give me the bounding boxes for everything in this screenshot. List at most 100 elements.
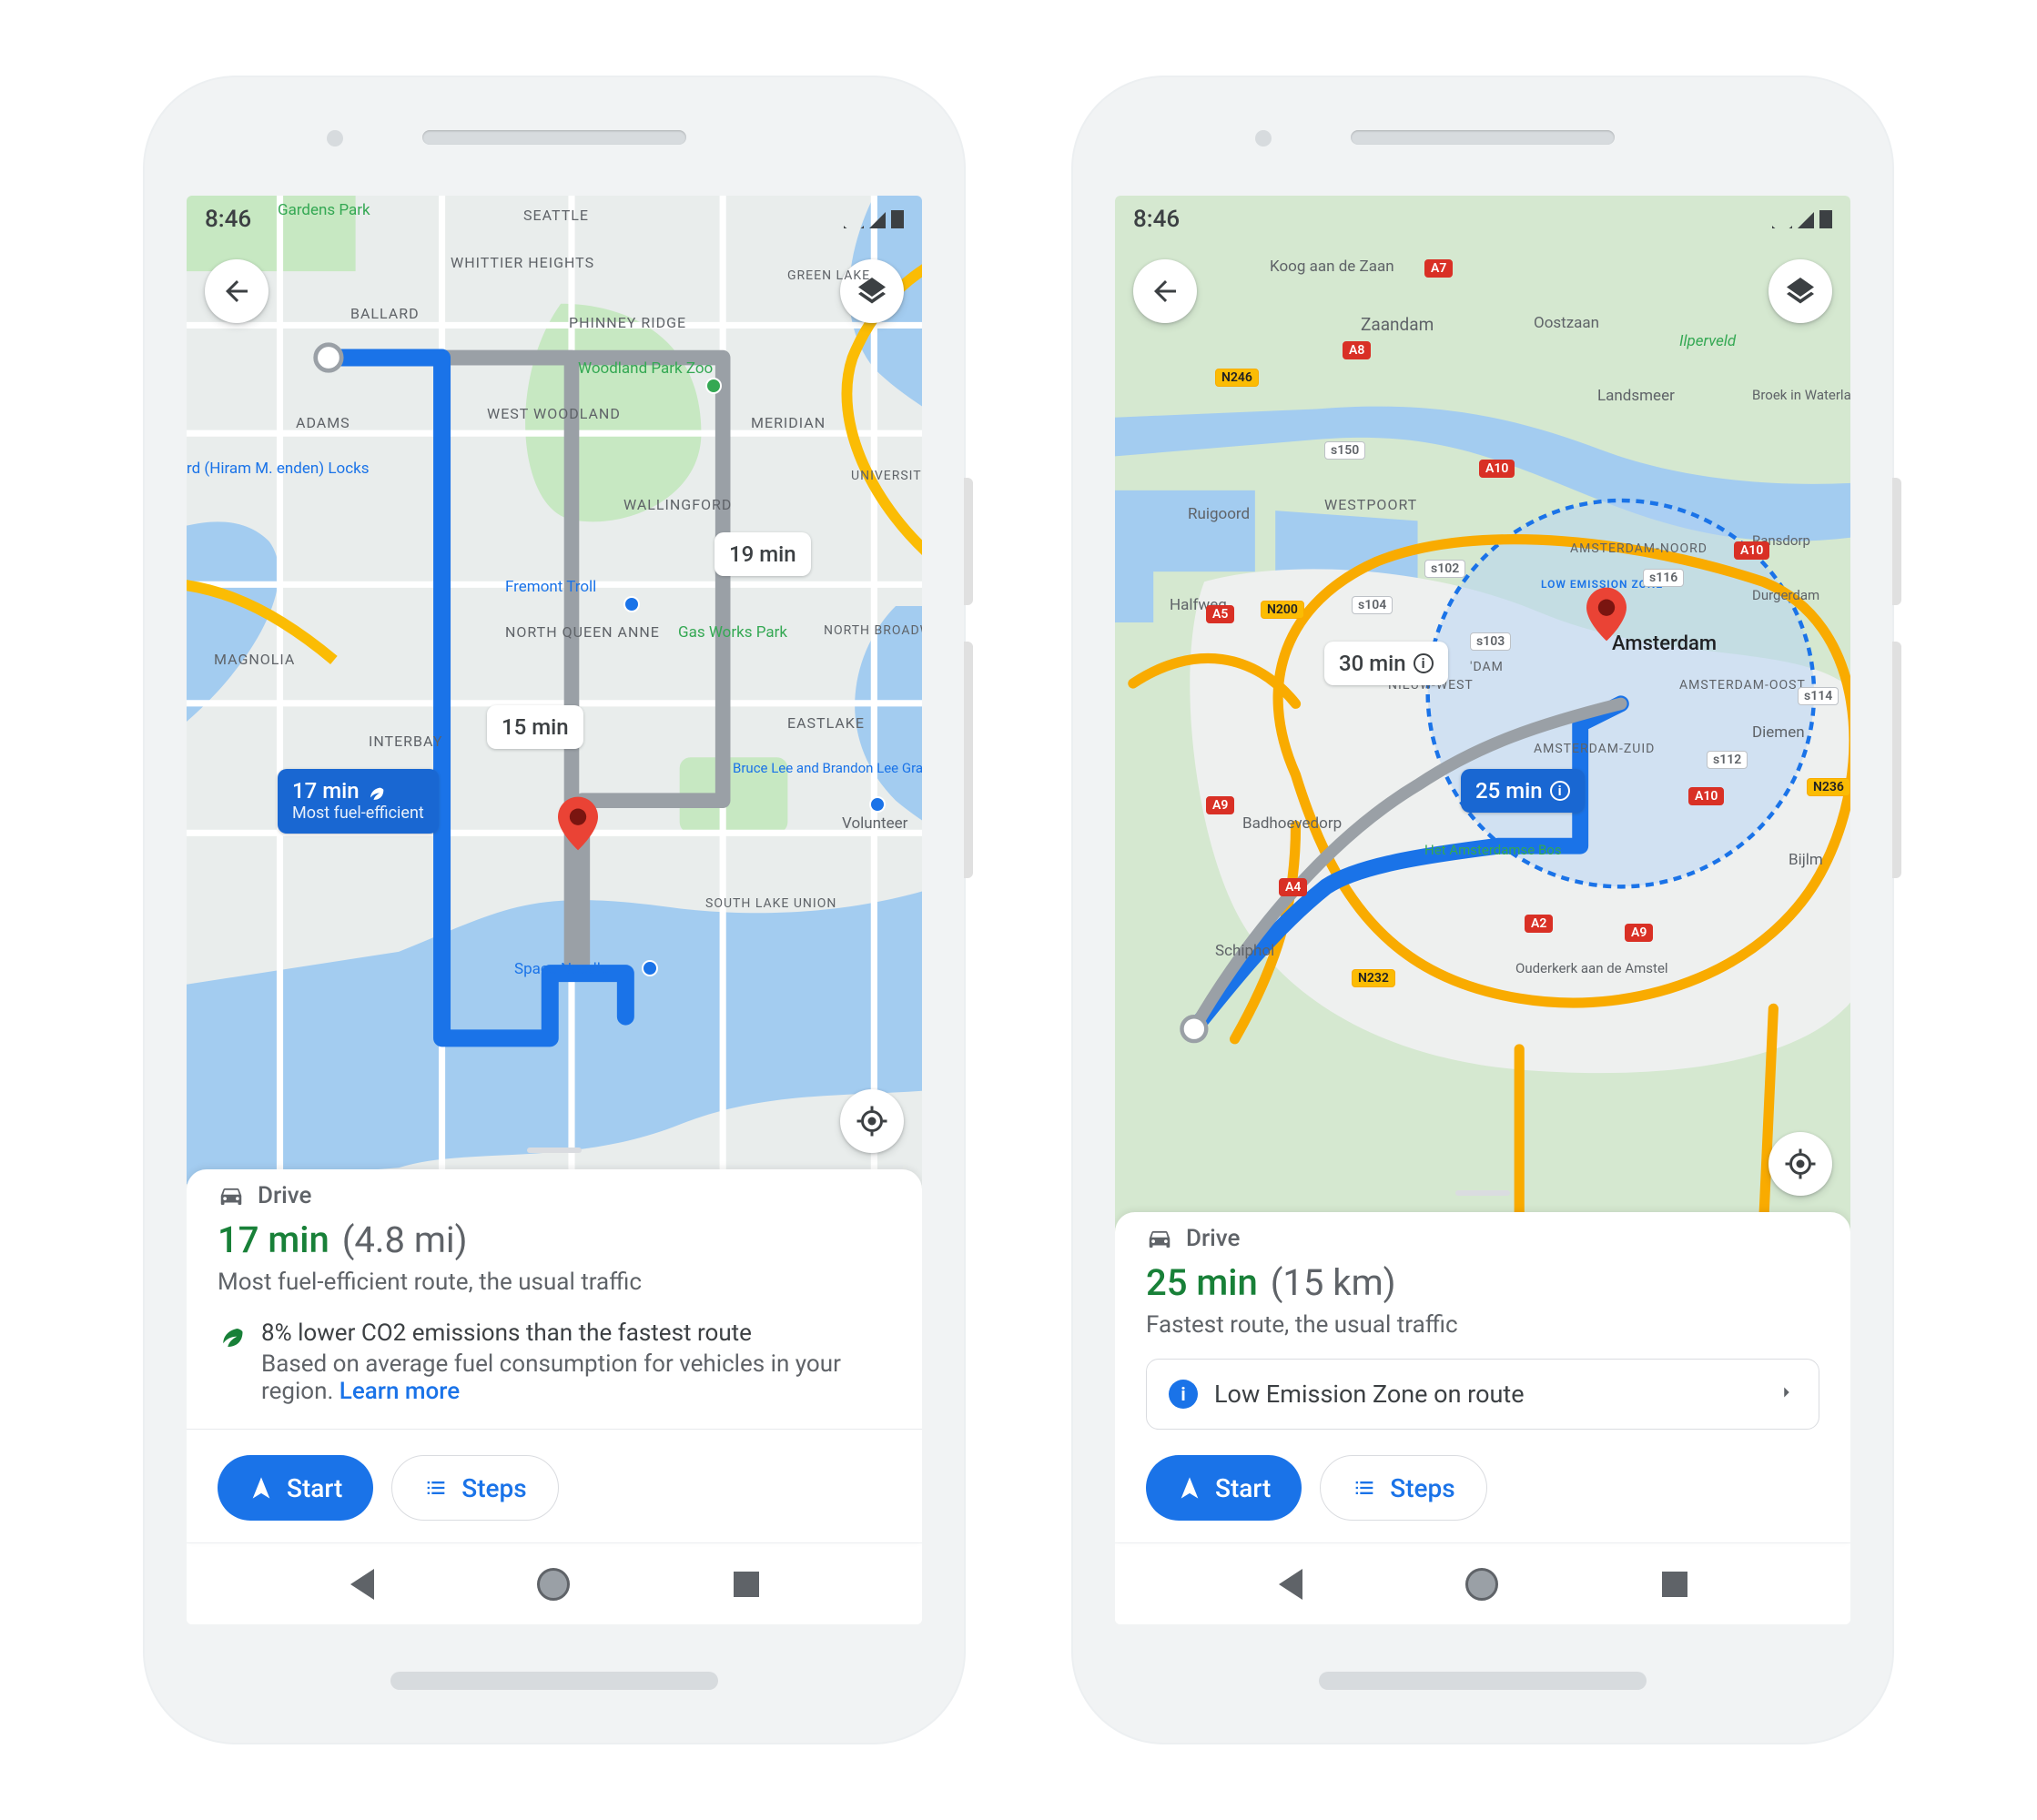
start-button[interactable]: Start — [218, 1455, 373, 1521]
map-label: Bijlm — [1789, 851, 1823, 869]
road-shield: A9 — [1625, 924, 1653, 942]
route-time-label: 17 min — [292, 778, 360, 804]
map-svg — [187, 196, 922, 1189]
map-label: Woodland Park Zoo — [578, 359, 713, 378]
my-location-button[interactable] — [1768, 1132, 1832, 1196]
road-shield: A10 — [1479, 460, 1515, 478]
sheet-handle[interactable] — [527, 1148, 582, 1153]
lez-info-card[interactable]: i Low Emission Zone on route — [1146, 1359, 1819, 1430]
sheet-handle[interactable] — [1455, 1190, 1510, 1196]
learn-more-link[interactable]: Learn more — [340, 1378, 460, 1405]
phone-speaker — [1351, 130, 1615, 145]
road-shield: A9 — [1206, 796, 1234, 814]
map-label: NORTH QUEEN ANNE — [505, 623, 660, 641]
phone-speaker-bottom — [1319, 1672, 1647, 1690]
nav-recents-icon[interactable] — [1662, 1572, 1687, 1597]
road-shield: A4 — [1279, 878, 1307, 896]
map-label: Ouderkerk aan de Amstel — [1515, 960, 1668, 976]
steps-icon — [1352, 1475, 1377, 1501]
map-label: BALLARD — [350, 305, 420, 322]
map-label: UNIVERSITY DISTRICT — [851, 469, 922, 483]
mode-label: Drive — [1186, 1225, 1240, 1252]
city-label: Amsterdam — [1612, 632, 1717, 655]
map-label: Schiphol — [1215, 942, 1274, 960]
nav-recents-icon[interactable] — [734, 1572, 759, 1597]
poi-icon — [642, 960, 658, 976]
nav-back-icon[interactable] — [1279, 1569, 1302, 1600]
map-canvas[interactable]: Koog aan de Zaan Zaandam Oostzaan Ilperv… — [1115, 196, 1850, 1232]
mode-label: Drive — [258, 1182, 311, 1209]
route-sheet[interactable]: Drive 25 min (15 km) Fastest route, the … — [1115, 1212, 1850, 1542]
back-button[interactable] — [1133, 259, 1197, 323]
map-label: AMSTERDAM-NOORD — [1570, 541, 1708, 556]
car-icon — [218, 1182, 245, 1209]
map-label: WESTPOORT — [1324, 496, 1417, 513]
info-icon: i — [1550, 781, 1570, 801]
map-label: 'DAM — [1470, 660, 1504, 674]
battery-icon — [1819, 210, 1832, 228]
map-label: Badhoevedorp — [1242, 814, 1342, 833]
road-shield: s103 — [1470, 632, 1511, 651]
route-time: 25 min — [1146, 1261, 1258, 1304]
leaf-icon — [367, 782, 385, 800]
route-badge-primary[interactable]: 25 min i — [1461, 769, 1585, 813]
signal-icon — [869, 212, 886, 228]
phone-side-button — [964, 642, 973, 878]
route-badge-alt[interactable]: 15 min — [487, 705, 583, 749]
map-label: Durgerdam — [1752, 587, 1819, 603]
road-shield: N200 — [1261, 601, 1304, 619]
status-time: 8:46 — [205, 206, 251, 233]
map-label: Landsmeer — [1597, 387, 1675, 405]
road-shield: A5 — [1206, 605, 1234, 623]
route-summary: Most fuel-efficient route, the usual tra… — [218, 1269, 891, 1296]
steps-button[interactable]: Steps — [1320, 1455, 1486, 1521]
map-label: ADAMS — [296, 414, 350, 431]
layers-button[interactable] — [1768, 259, 1832, 323]
signal-icon — [1798, 212, 1814, 228]
steps-button[interactable]: Steps — [391, 1455, 558, 1521]
lez-label: Low Emission Zone on route — [1214, 1380, 1525, 1409]
map-label: Broek in Waterland — [1752, 387, 1850, 403]
road-shield: s112 — [1707, 751, 1748, 769]
poi-icon — [623, 596, 640, 612]
start-button[interactable]: Start — [1146, 1455, 1302, 1521]
road-shield: s150 — [1324, 441, 1365, 460]
travel-mode-row: Drive — [218, 1182, 891, 1209]
my-location-button[interactable] — [840, 1089, 904, 1153]
map-label: Space Needle — [514, 960, 609, 978]
map-canvas[interactable]: SEATTLE Gardens Park WHITTIER HEIGHTS BA… — [187, 196, 922, 1189]
map-label: GREEN LAKE — [787, 268, 870, 283]
route-badge-primary[interactable]: 17 min Most fuel-efficient — [278, 769, 439, 834]
nav-home-icon[interactable] — [537, 1568, 570, 1601]
nav-home-icon[interactable] — [1465, 1568, 1498, 1601]
map-label: MERIDIAN — [751, 414, 826, 431]
status-bar: 8:46 — [187, 196, 922, 243]
destination-pin-icon — [1586, 587, 1627, 642]
system-nav-bar — [1115, 1542, 1850, 1624]
road-shield: A7 — [1424, 259, 1453, 278]
eco-info-block: 8% lower CO2 emissions than the fastest … — [218, 1320, 891, 1429]
info-icon: i — [1414, 653, 1434, 673]
destination-pin-icon — [558, 796, 598, 851]
nav-back-icon[interactable] — [350, 1569, 374, 1600]
map-label: Gas Works Park — [678, 623, 787, 642]
back-button[interactable] — [205, 259, 269, 323]
map-label: Fremont Troll — [505, 578, 596, 596]
map-label: Het Amsterdamse Bos — [1424, 842, 1534, 858]
route-sheet[interactable]: Drive 17 min (4.8 mi) Most fuel-efficien… — [187, 1169, 922, 1542]
route-time: 17 min — [218, 1218, 329, 1261]
phone-side-button — [964, 478, 973, 605]
phone-camera-dot — [1255, 130, 1272, 147]
phone-camera-dot — [327, 130, 343, 147]
route-badge-alt[interactable]: 30 min i — [1324, 642, 1448, 685]
route-badge-subtitle: Most fuel-efficient — [292, 804, 424, 823]
map-label: SOUTH LAKE UNION — [705, 896, 836, 911]
poi-icon — [869, 796, 886, 813]
chevron-right-icon — [1777, 1380, 1797, 1409]
wifi-icon — [1772, 212, 1792, 228]
wifi-icon — [844, 212, 864, 228]
route-badge-alt[interactable]: 19 min — [714, 532, 811, 576]
road-shield: s104 — [1352, 596, 1393, 614]
leaf-icon — [218, 1320, 245, 1405]
steps-icon — [423, 1475, 449, 1501]
